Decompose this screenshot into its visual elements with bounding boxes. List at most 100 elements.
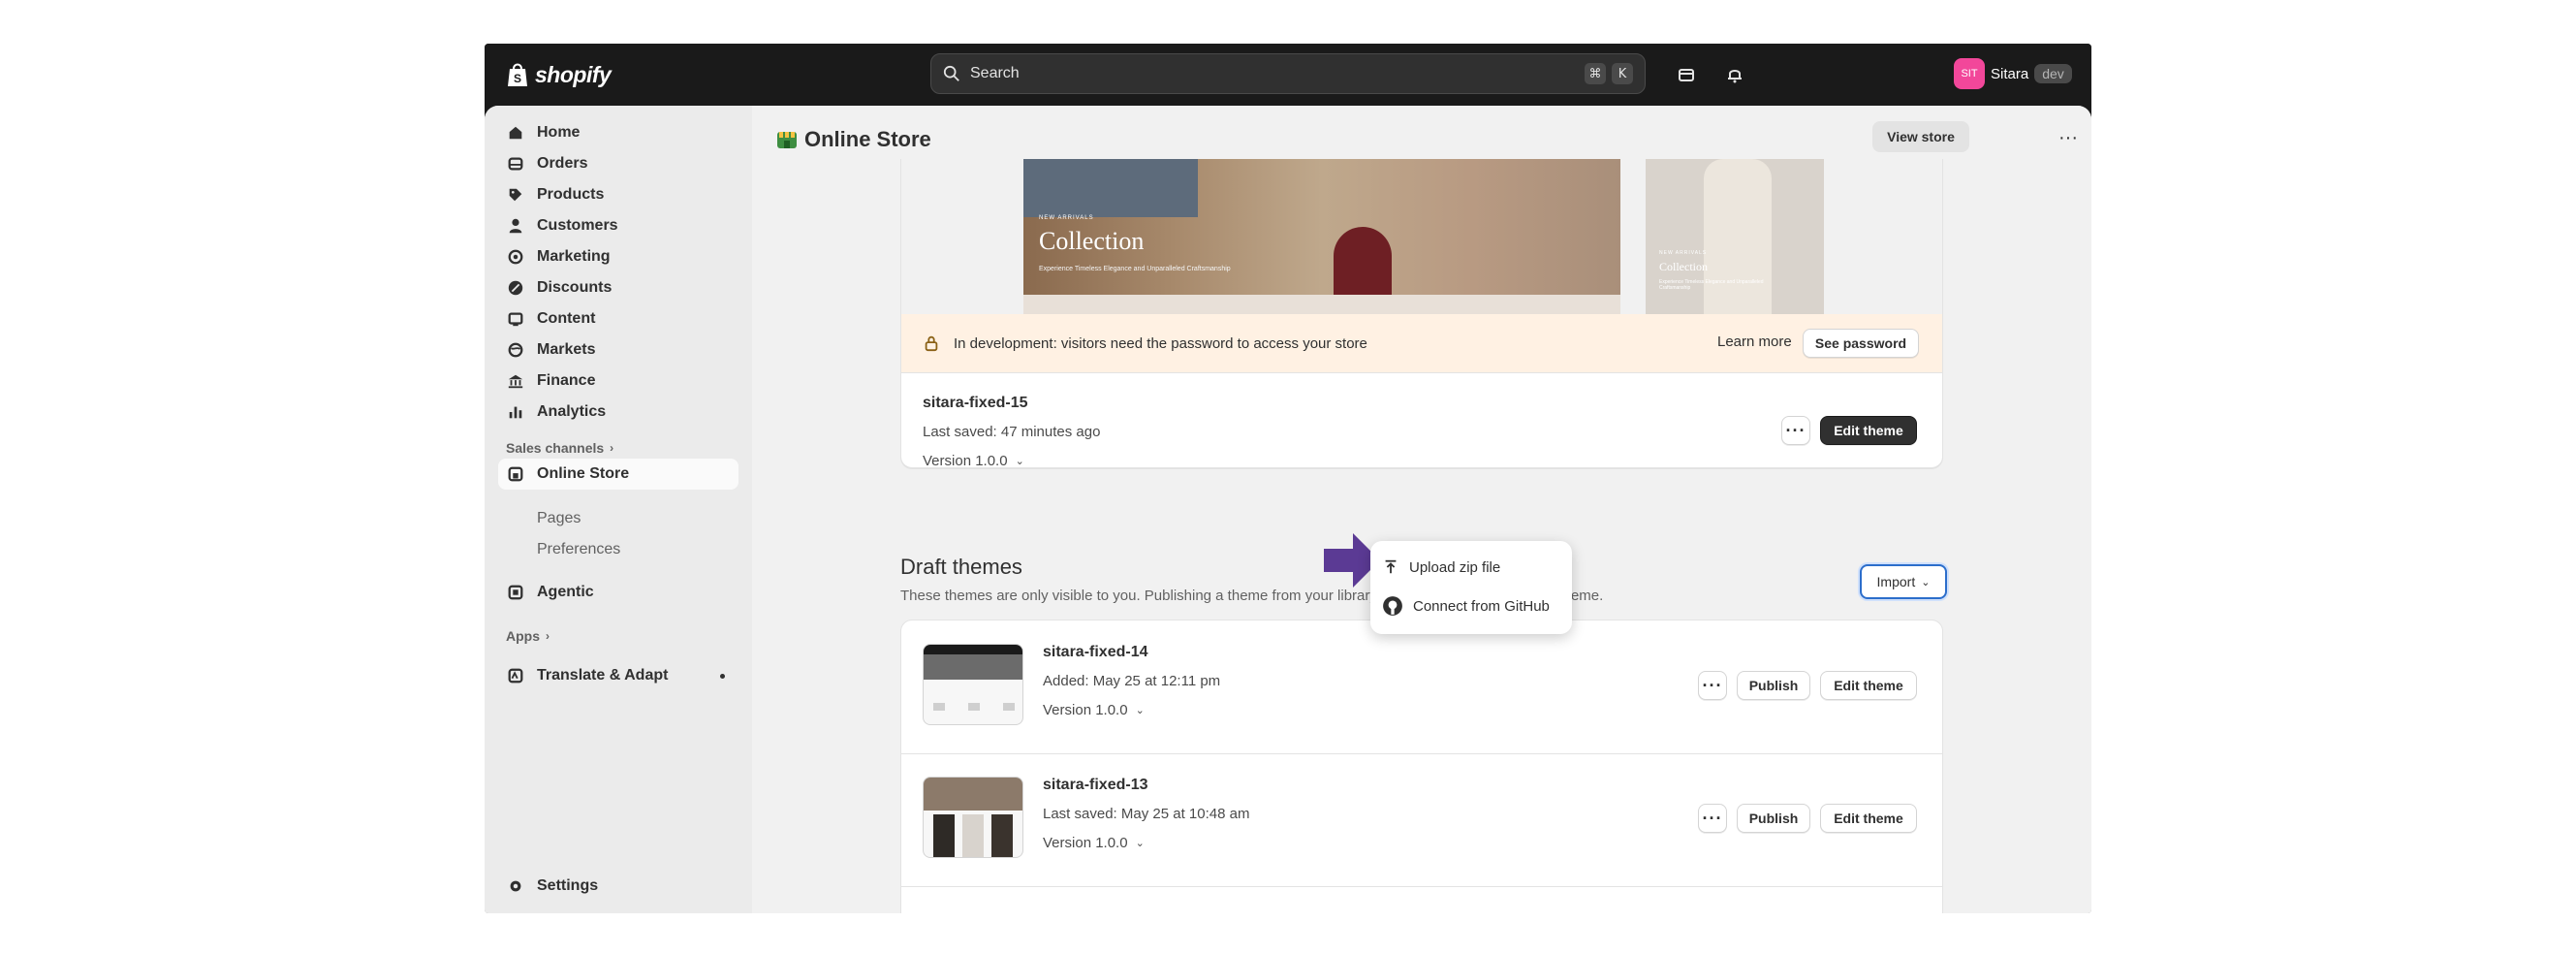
draft-theme-more-button[interactable]: ··· bbox=[1698, 804, 1727, 833]
view-store-button[interactable]: View store bbox=[1872, 121, 1969, 152]
sidebar-item-label: Finance bbox=[537, 372, 596, 389]
search-bar[interactable]: Search ⌘ K bbox=[930, 53, 1646, 94]
sidebar-item-home[interactable]: Home bbox=[498, 117, 738, 148]
avatar: SIT bbox=[1954, 58, 1985, 89]
publish-button[interactable]: Publish bbox=[1737, 804, 1810, 833]
draft-theme-meta: Added: May 25 at 12:11 pm bbox=[1043, 673, 1221, 689]
github-icon bbox=[1383, 596, 1402, 616]
preview-kicker: NEW ARRIVALS bbox=[1039, 215, 1094, 221]
gear-icon bbox=[506, 876, 525, 896]
sidebar-item-label: Home bbox=[537, 124, 581, 141]
menu-item-label: Connect from GitHub bbox=[1413, 597, 1550, 615]
sidebar-sales-channels-header[interactable]: Sales channels › bbox=[506, 440, 613, 456]
chart-icon bbox=[506, 402, 525, 422]
sidebar-item-customers[interactable]: Customers bbox=[498, 210, 738, 241]
upload-icon bbox=[1385, 559, 1397, 574]
sidebar-item-label: Agentic bbox=[537, 584, 594, 600]
sidebar-item-finance[interactable]: Finance bbox=[498, 366, 738, 397]
sidebar-item-label: Products bbox=[537, 186, 605, 203]
learn-more-link[interactable]: Learn more bbox=[1717, 334, 1792, 350]
sidebar-item-markets[interactable]: Markets bbox=[498, 334, 738, 366]
preview-sky bbox=[1023, 159, 1198, 217]
sidebar-item-settings[interactable]: Settings bbox=[498, 871, 738, 902]
version-label: Version 1.0.0 bbox=[1043, 835, 1128, 851]
sidebar-item-analytics[interactable]: Analytics bbox=[498, 397, 738, 428]
sidebar-item-agentic[interactable]: Agentic bbox=[498, 577, 738, 608]
draft-theme-more-button[interactable]: ··· bbox=[1698, 671, 1727, 700]
preview-kicker-mobile: NEW ARRIVALS bbox=[1659, 250, 1708, 256]
bell-icon[interactable] bbox=[1721, 61, 1748, 88]
app-body: Home Orders Products Customers Marketing… bbox=[485, 106, 2091, 913]
connect-github-item[interactable]: Connect from GitHub bbox=[1382, 591, 1550, 620]
tag-icon bbox=[506, 185, 525, 205]
sidebar-item-label: Analytics bbox=[537, 403, 607, 420]
sidebar-item-label: Discounts bbox=[537, 279, 613, 296]
sidebar-item-label: Online Store bbox=[537, 465, 630, 482]
sales-channels-label: Sales channels bbox=[506, 440, 605, 456]
upload-zip-file-item[interactable]: Upload zip file bbox=[1382, 553, 1500, 582]
draft-theme-version[interactable]: Version 1.0.0 ⌄ bbox=[1043, 835, 1145, 851]
discount-icon bbox=[506, 278, 525, 298]
preview-product-strip bbox=[1023, 295, 1620, 314]
header-more-button[interactable]: ··· bbox=[2056, 126, 2081, 149]
sidebar-item-products[interactable]: Products bbox=[498, 179, 738, 210]
person-icon bbox=[506, 216, 525, 236]
draft-theme-version[interactable]: Version 1.0.0 ⌄ bbox=[1043, 702, 1145, 718]
draft-theme-name: sitara-fixed-13 bbox=[1043, 777, 1148, 793]
sidebar-item-orders[interactable]: Orders bbox=[498, 148, 738, 179]
dev-badge: dev bbox=[2034, 64, 2072, 83]
chevron-right-icon: › bbox=[610, 441, 614, 455]
sidebar-item-preferences[interactable]: Preferences bbox=[537, 541, 620, 558]
lock-icon bbox=[925, 335, 938, 352]
shortcut-key-cmd: ⌘ bbox=[1585, 63, 1606, 84]
shopify-bag-icon: S bbox=[508, 63, 527, 86]
desktop-preview: NEW ARRIVALS Collection Experience Timel… bbox=[1023, 159, 1620, 314]
sidebar-item-discounts[interactable]: Discounts bbox=[498, 272, 738, 303]
search-icon bbox=[943, 65, 959, 81]
chevron-right-icon: › bbox=[546, 629, 550, 643]
preview-subtitle: Experience Timeless Elegance and Unparal… bbox=[1039, 266, 1231, 272]
chevron-down-icon: ⌄ bbox=[1921, 576, 1931, 588]
orders-icon bbox=[506, 154, 525, 174]
chevron-down-icon: ⌄ bbox=[1015, 456, 1024, 467]
sidebar-item-marketing[interactable]: Marketing bbox=[498, 241, 738, 272]
shortcut-key-k: K bbox=[1612, 63, 1633, 84]
sidebar-item-label: Markets bbox=[537, 341, 596, 358]
draft-theme-name: sitara-fixed-14 bbox=[1043, 644, 1148, 660]
agentic-icon bbox=[506, 583, 525, 602]
version-label: Version 1.0.0 bbox=[923, 453, 1008, 468]
user-menu[interactable]: SIT Sitara dev bbox=[1954, 57, 2072, 90]
pin-dot-icon bbox=[720, 673, 725, 679]
import-label: Import bbox=[1876, 574, 1916, 589]
current-theme-card: NEW ARRIVALS Collection Experience Timel… bbox=[900, 159, 1943, 468]
sidebar-item-online-store[interactable]: Online Store bbox=[498, 459, 738, 490]
sidebar: Home Orders Products Customers Marketing… bbox=[485, 106, 752, 913]
sidebar-item-content[interactable]: Content bbox=[498, 303, 738, 334]
main-content: Online Store View store ··· NEW ARRIVALS… bbox=[752, 106, 2091, 913]
current-theme-version[interactable]: Version 1.0.0 ⌄ bbox=[923, 453, 1024, 468]
sidebar-item-translate-adapt[interactable]: Translate & Adapt bbox=[498, 660, 738, 691]
import-button[interactable]: Import ⌄ bbox=[1860, 564, 1947, 599]
divider bbox=[901, 753, 1942, 754]
storefront-icon bbox=[506, 464, 525, 484]
home-icon bbox=[506, 123, 525, 143]
edit-theme-button[interactable]: Edit theme bbox=[1820, 804, 1917, 833]
mobile-preview: NEW ARRIVALS Collection Experience Timel… bbox=[1646, 159, 1824, 314]
import-menu: Upload zip file Connect from GitHub bbox=[1370, 541, 1572, 634]
bank-icon bbox=[506, 371, 525, 391]
sidebar-apps-header[interactable]: Apps › bbox=[506, 628, 550, 644]
current-theme-last-saved: Last saved: 47 minutes ago bbox=[923, 424, 1101, 440]
apps-label: Apps bbox=[506, 628, 540, 644]
current-theme-more-button[interactable]: ··· bbox=[1781, 416, 1810, 445]
theme-preview[interactable]: NEW ARRIVALS Collection Experience Timel… bbox=[901, 159, 1942, 314]
sidebar-item-pages[interactable]: Pages bbox=[537, 510, 581, 527]
store-icon[interactable] bbox=[1673, 61, 1700, 88]
edit-theme-button[interactable]: Edit theme bbox=[1820, 671, 1917, 700]
search-placeholder: Search bbox=[970, 65, 1020, 81]
see-password-button[interactable]: See password bbox=[1803, 329, 1919, 358]
shopify-logo[interactable]: S shopify bbox=[506, 59, 612, 90]
sidebar-item-label: Customers bbox=[537, 217, 618, 234]
edit-theme-button[interactable]: Edit theme bbox=[1820, 416, 1917, 445]
publish-button[interactable]: Publish bbox=[1737, 671, 1810, 700]
sidebar-item-label: Marketing bbox=[537, 248, 611, 265]
